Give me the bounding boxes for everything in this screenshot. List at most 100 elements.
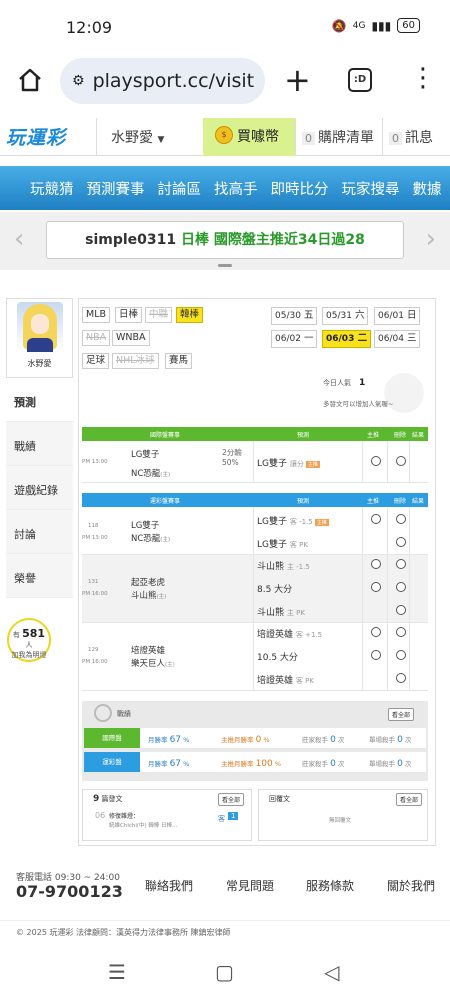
delete-radio[interactable] — [396, 673, 406, 683]
chevron-left-icon[interactable]: ‹ — [14, 224, 24, 254]
tel-number[interactable]: 07-9700123 — [16, 882, 123, 901]
site-settings-icon[interactable]: ⚙ — [72, 73, 85, 89]
stats-row-intl: 國際盤 月勝率 67 % 主推月勝率 0 % 莊家殺手 0 次 單場殺手 0 次 — [84, 728, 426, 748]
site-logo[interactable]: 玩運彩 — [6, 123, 66, 150]
footer: 客服電話 09:30 ~ 24:00 07-9700123 聯絡我們 常見問題 … — [0, 862, 450, 922]
new-tab-icon[interactable]: + — [284, 62, 311, 98]
announcement-banner: ‹ simple0311 日棒 國際盤主推近34日過28 › — [0, 212, 450, 270]
announcement-box[interactable]: simple0311 日棒 國際盤主推近34日過28 — [46, 221, 404, 259]
main-pick-radio[interactable] — [371, 650, 381, 660]
delete-radio[interactable] — [396, 627, 406, 637]
lamp-follow-button[interactable]: 有 581 人加我為明燈 — [6, 618, 52, 674]
main-pick-radio[interactable] — [371, 627, 381, 637]
delete-radio[interactable] — [396, 650, 406, 660]
local-game-row: 129 PM 16:00 培證英雄 樂天巨人(主) 培證英雄 客 +1.5 10… — [82, 623, 428, 691]
footer-link[interactable]: 關於我們 — [387, 877, 435, 894]
nav-item[interactable]: 即時比分 — [271, 178, 329, 199]
posts-view-all-button[interactable]: 看全部 — [218, 793, 245, 806]
stats-view-all-button[interactable]: 看全部 — [388, 708, 415, 721]
main-pick-radio[interactable] — [371, 582, 381, 592]
status-icons: 🔕 4G ▮▮▮ 60 — [332, 18, 420, 33]
hot-tag-icon: 主推 — [314, 519, 329, 526]
date-tab[interactable]: 06/02 一 — [271, 330, 318, 348]
tab-switcher-button[interactable]: :D — [348, 68, 372, 92]
posts-title: 9 篇發文 — [93, 794, 123, 804]
league-tab[interactable]: 韓棒 — [176, 307, 204, 323]
main-pick-radio[interactable] — [371, 456, 381, 466]
main-pick-radio[interactable] — [371, 514, 381, 524]
popularity: 今日人氣 1 — [323, 378, 366, 388]
profile-card: 水野愛 — [6, 298, 73, 378]
delete-radio[interactable] — [396, 456, 406, 466]
league-tab: 中職 — [145, 307, 173, 323]
home-icon[interactable] — [16, 66, 44, 94]
date-tab[interactable]: 05/31 六 — [322, 307, 369, 325]
pick-text: 培證英雄 客 PK — [257, 676, 314, 686]
messages-link[interactable]: 0 訊息 — [382, 118, 450, 156]
home-button-icon[interactable]: ▢ — [215, 960, 234, 984]
nav-item[interactable]: 預測賽事 — [87, 178, 145, 199]
battery-icon: 60 — [397, 18, 420, 33]
buy-coins-button[interactable]: $ 買噱幣 — [203, 118, 295, 156]
nav-item[interactable]: 討論區 — [158, 178, 202, 199]
footer-link[interactable]: 聯絡我們 — [145, 877, 193, 894]
date-tab-selected[interactable]: 06/03 二 — [322, 330, 372, 348]
footer-link[interactable]: 服務條款 — [306, 877, 354, 894]
post-title[interactable]: 修復雜燈： — [109, 811, 139, 820]
delete-radio[interactable] — [396, 582, 406, 592]
recent-apps-icon[interactable]: ☰ — [108, 960, 126, 984]
nav-item[interactable]: 玩競猜 — [30, 178, 74, 199]
league-tab[interactable]: 日棒 — [115, 307, 143, 323]
popularity-note: 多發文可以增加人氣喔~ — [323, 400, 394, 408]
lamp-label: 加我為明燈 — [11, 651, 47, 659]
prediction-panel: MLB 日棒 中職 韓棒 NBA WNBA 足球 NHL冰球 賽馬 05/30 … — [78, 298, 436, 846]
address-bar[interactable]: ⚙ playsport.cc/visit — [60, 58, 265, 104]
main-nav: 玩競猜 預測賽事 討論區 找高手 即時比分 玩家搜尋 數據 — [0, 166, 450, 210]
footer-link[interactable]: 常見問題 — [226, 877, 274, 894]
signal-icon: 4G — [352, 20, 366, 31]
delete-radio[interactable] — [396, 559, 406, 569]
date-tab[interactable]: 05/30 五 — [271, 307, 318, 325]
posts-panel: 9 篇發文 看全部 06 修復雜燈： 統雄Chichi(中) 韓棒 日棒... … — [82, 789, 252, 841]
line-value: 2分輸 — [222, 448, 242, 457]
delete-radio[interactable] — [396, 514, 406, 524]
date-tab[interactable]: 06/01 日 — [374, 307, 421, 325]
replies-view-all-button[interactable]: 看全部 — [396, 793, 423, 806]
caret-down-icon: ▼ — [157, 135, 165, 145]
league-tab[interactable]: 賽馬 — [165, 353, 193, 369]
cart-link[interactable]: 0 購牌清單 — [295, 118, 381, 156]
copyright: © 2025 玩運彩 法律顧問：漢英得力法律事務所 陳鎮宏律師 — [0, 920, 450, 948]
league-tab[interactable]: 足球 — [82, 353, 110, 369]
pick-text: 斗山熊 主 -1.5 — [257, 562, 310, 572]
main-pick-radio[interactable] — [371, 559, 381, 569]
league-tab[interactable]: MLB — [82, 307, 111, 323]
delete-radio[interactable] — [396, 605, 406, 615]
user-menu[interactable]: 水野愛 ▼ — [96, 118, 202, 156]
post-subtitle: 統雄Chichi(中) 韓棒 日棒... — [109, 823, 178, 829]
tab-honors[interactable]: 榮譽 — [6, 554, 73, 598]
stats-row-local: 運彩盤 月勝率 67 % 主推月勝率 100 % 莊家殺手 0 次 單場殺手 0… — [84, 752, 426, 772]
intl-table-header: 國際盤賽事 預測 主推 刪除 結果 — [82, 427, 428, 441]
tab-discussion[interactable]: 討論 — [6, 510, 73, 554]
cart-label: 購牌清單 — [318, 130, 374, 146]
tab-record[interactable]: 戰績 — [6, 422, 73, 466]
tab-predictions[interactable]: 預測 — [6, 378, 74, 422]
date-tab[interactable]: 06/04 三 — [374, 330, 421, 348]
local-table-header: 運彩盤賽事 預測 主推 刪除 結果 — [82, 493, 428, 507]
nav-item[interactable]: 數據 — [413, 178, 442, 199]
league-tab[interactable]: WNBA — [112, 330, 150, 346]
buy-coins-label: 買噱幣 — [237, 129, 279, 145]
more-menu-icon[interactable]: ⋮ — [410, 64, 436, 92]
pick-text: 斗山熊 主 PK — [257, 608, 305, 618]
clock: 12:09 — [66, 18, 113, 37]
nav-item[interactable]: 玩家搜尋 — [342, 178, 400, 199]
team-away: LG雙子 — [131, 450, 160, 460]
status-bar: 12:09 🔕 4G ▮▮▮ 60 — [0, 0, 450, 56]
local-game-row: 118 PM 13:00 LG雙子 NC恐龍(主) LG雙子 客 -1.5 主推 … — [82, 507, 428, 555]
tab-game-log[interactable]: 遊戲紀錄 — [6, 466, 73, 510]
delete-radio[interactable] — [396, 537, 406, 547]
nav-item[interactable]: 找高手 — [214, 178, 258, 199]
back-icon[interactable]: ◁ — [324, 960, 339, 984]
chevron-right-icon[interactable]: › — [426, 224, 436, 254]
team-home: NC恐龍(主) — [131, 469, 171, 479]
